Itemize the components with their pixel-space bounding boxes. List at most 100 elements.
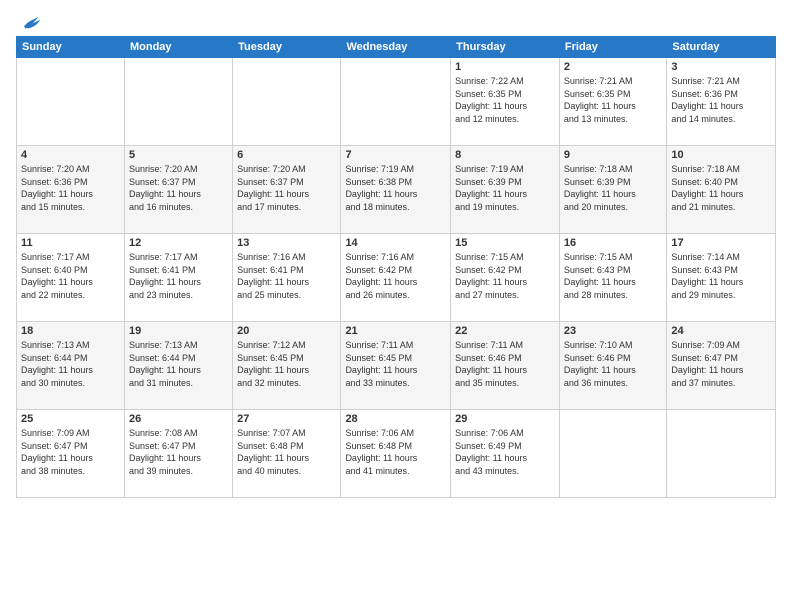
day-number: 1 xyxy=(455,61,555,73)
day-number: 11 xyxy=(21,237,120,249)
calendar-cell: 19 Sunrise: 7:13 AM Sunset: 6:44 PM Dayli… xyxy=(124,322,232,410)
day-number: 20 xyxy=(237,325,336,337)
calendar-cell: 3 Sunrise: 7:21 AM Sunset: 6:36 PM Daylig… xyxy=(667,58,776,146)
day-info: Sunrise: 7:19 AM Sunset: 6:38 PM Dayligh… xyxy=(345,163,446,213)
day-info: Sunrise: 7:17 AM Sunset: 6:40 PM Dayligh… xyxy=(21,251,120,301)
weekday-header-sunday: Sunday xyxy=(17,37,125,58)
day-number: 27 xyxy=(237,413,336,425)
calendar-cell: 13 Sunrise: 7:16 AM Sunset: 6:41 PM Dayli… xyxy=(233,234,341,322)
weekday-header-wednesday: Wednesday xyxy=(341,37,451,58)
calendar-table: SundayMondayTuesdayWednesdayThursdayFrid… xyxy=(16,36,776,498)
calendar-cell: 24 Sunrise: 7:09 AM Sunset: 6:47 PM Dayli… xyxy=(667,322,776,410)
day-info: Sunrise: 7:09 AM Sunset: 6:47 PM Dayligh… xyxy=(21,427,120,477)
logo-bird-icon xyxy=(18,12,40,34)
weekday-header-thursday: Thursday xyxy=(451,37,560,58)
day-info: Sunrise: 7:07 AM Sunset: 6:48 PM Dayligh… xyxy=(237,427,336,477)
day-info: Sunrise: 7:17 AM Sunset: 6:41 PM Dayligh… xyxy=(129,251,228,301)
day-number: 22 xyxy=(455,325,555,337)
calendar-cell: 23 Sunrise: 7:10 AM Sunset: 6:46 PM Dayli… xyxy=(559,322,666,410)
day-info: Sunrise: 7:14 AM Sunset: 6:43 PM Dayligh… xyxy=(671,251,771,301)
calendar-cell: 26 Sunrise: 7:08 AM Sunset: 6:47 PM Dayli… xyxy=(124,410,232,498)
calendar-cell: 6 Sunrise: 7:20 AM Sunset: 6:37 PM Daylig… xyxy=(233,146,341,234)
calendar-cell: 8 Sunrise: 7:19 AM Sunset: 6:39 PM Daylig… xyxy=(451,146,560,234)
day-info: Sunrise: 7:15 AM Sunset: 6:42 PM Dayligh… xyxy=(455,251,555,301)
day-number: 14 xyxy=(345,237,446,249)
calendar-cell: 14 Sunrise: 7:16 AM Sunset: 6:42 PM Dayli… xyxy=(341,234,451,322)
calendar-cell xyxy=(341,58,451,146)
day-number: 15 xyxy=(455,237,555,249)
calendar-cell: 10 Sunrise: 7:18 AM Sunset: 6:40 PM Dayli… xyxy=(667,146,776,234)
header xyxy=(16,12,776,30)
day-number: 18 xyxy=(21,325,120,337)
day-info: Sunrise: 7:13 AM Sunset: 6:44 PM Dayligh… xyxy=(21,339,120,389)
day-number: 19 xyxy=(129,325,228,337)
day-info: Sunrise: 7:22 AM Sunset: 6:35 PM Dayligh… xyxy=(455,75,555,125)
weekday-header-monday: Monday xyxy=(124,37,232,58)
calendar-cell xyxy=(559,410,666,498)
day-info: Sunrise: 7:18 AM Sunset: 6:39 PM Dayligh… xyxy=(564,163,662,213)
calendar-cell xyxy=(124,58,232,146)
day-info: Sunrise: 7:21 AM Sunset: 6:35 PM Dayligh… xyxy=(564,75,662,125)
day-number: 26 xyxy=(129,413,228,425)
day-info: Sunrise: 7:13 AM Sunset: 6:44 PM Dayligh… xyxy=(129,339,228,389)
calendar-cell: 22Sunrise: 7:11 AM Sunset: 6:46 PM Dayli… xyxy=(451,322,560,410)
day-number: 23 xyxy=(564,325,662,337)
calendar-cell: 15 Sunrise: 7:15 AM Sunset: 6:42 PM Dayli… xyxy=(451,234,560,322)
calendar-cell: 28 Sunrise: 7:06 AM Sunset: 6:48 PM Dayli… xyxy=(341,410,451,498)
day-info: Sunrise: 7:08 AM Sunset: 6:47 PM Dayligh… xyxy=(129,427,228,477)
calendar-cell: 21Sunrise: 7:11 AM Sunset: 6:45 PM Dayli… xyxy=(341,322,451,410)
page: SundayMondayTuesdayWednesdayThursdayFrid… xyxy=(0,0,792,612)
day-number: 28 xyxy=(345,413,446,425)
calendar-cell: 27 Sunrise: 7:07 AM Sunset: 6:48 PM Dayli… xyxy=(233,410,341,498)
day-number: 12 xyxy=(129,237,228,249)
day-info: Sunrise: 7:20 AM Sunset: 6:37 PM Dayligh… xyxy=(129,163,228,213)
day-info: Sunrise: 7:06 AM Sunset: 6:48 PM Dayligh… xyxy=(345,427,446,477)
day-info: Sunrise: 7:20 AM Sunset: 6:37 PM Dayligh… xyxy=(237,163,336,213)
day-info: Sunrise: 7:19 AM Sunset: 6:39 PM Dayligh… xyxy=(455,163,555,213)
weekday-header-saturday: Saturday xyxy=(667,37,776,58)
calendar-cell: 16Sunrise: 7:15 AM Sunset: 6:43 PM Dayli… xyxy=(559,234,666,322)
day-info: Sunrise: 7:16 AM Sunset: 6:42 PM Dayligh… xyxy=(345,251,446,301)
calendar-cell xyxy=(667,410,776,498)
logo xyxy=(16,12,40,30)
calendar-week-2: 4 Sunrise: 7:20 AM Sunset: 6:36 PM Daylig… xyxy=(17,146,776,234)
day-number: 13 xyxy=(237,237,336,249)
weekday-header-row: SundayMondayTuesdayWednesdayThursdayFrid… xyxy=(17,37,776,58)
calendar-cell: 5 Sunrise: 7:20 AM Sunset: 6:37 PM Daylig… xyxy=(124,146,232,234)
calendar-cell: 17 Sunrise: 7:14 AM Sunset: 6:43 PM Dayli… xyxy=(667,234,776,322)
day-number: 24 xyxy=(671,325,771,337)
day-info: Sunrise: 7:21 AM Sunset: 6:36 PM Dayligh… xyxy=(671,75,771,125)
day-number: 6 xyxy=(237,149,336,161)
day-number: 8 xyxy=(455,149,555,161)
calendar-cell: 4 Sunrise: 7:20 AM Sunset: 6:36 PM Daylig… xyxy=(17,146,125,234)
day-info: Sunrise: 7:16 AM Sunset: 6:41 PM Dayligh… xyxy=(237,251,336,301)
day-number: 9 xyxy=(564,149,662,161)
calendar-cell: 12 Sunrise: 7:17 AM Sunset: 6:41 PM Dayli… xyxy=(124,234,232,322)
day-info: Sunrise: 7:06 AM Sunset: 6:49 PM Dayligh… xyxy=(455,427,555,477)
weekday-header-friday: Friday xyxy=(559,37,666,58)
day-number: 25 xyxy=(21,413,120,425)
calendar-cell: 20 Sunrise: 7:12 AM Sunset: 6:45 PM Dayli… xyxy=(233,322,341,410)
day-info: Sunrise: 7:18 AM Sunset: 6:40 PM Dayligh… xyxy=(671,163,771,213)
day-number: 2 xyxy=(564,61,662,73)
day-number: 5 xyxy=(129,149,228,161)
day-number: 3 xyxy=(671,61,771,73)
calendar-week-5: 25 Sunrise: 7:09 AM Sunset: 6:47 PM Dayli… xyxy=(17,410,776,498)
calendar-cell xyxy=(233,58,341,146)
day-info: Sunrise: 7:10 AM Sunset: 6:46 PM Dayligh… xyxy=(564,339,662,389)
calendar-week-3: 11 Sunrise: 7:17 AM Sunset: 6:40 PM Dayli… xyxy=(17,234,776,322)
calendar-cell xyxy=(17,58,125,146)
day-info: Sunrise: 7:11 AM Sunset: 6:45 PM Dayligh… xyxy=(345,339,446,389)
day-number: 4 xyxy=(21,149,120,161)
day-number: 10 xyxy=(671,149,771,161)
calendar-week-1: 1 Sunrise: 7:22 AM Sunset: 6:35 PM Daylig… xyxy=(17,58,776,146)
day-number: 17 xyxy=(671,237,771,249)
day-info: Sunrise: 7:09 AM Sunset: 6:47 PM Dayligh… xyxy=(671,339,771,389)
day-number: 29 xyxy=(455,413,555,425)
day-info: Sunrise: 7:20 AM Sunset: 6:36 PM Dayligh… xyxy=(21,163,120,213)
calendar-cell: 7 Sunrise: 7:19 AM Sunset: 6:38 PM Daylig… xyxy=(341,146,451,234)
calendar-cell: 11 Sunrise: 7:17 AM Sunset: 6:40 PM Dayli… xyxy=(17,234,125,322)
day-info: Sunrise: 7:12 AM Sunset: 6:45 PM Dayligh… xyxy=(237,339,336,389)
calendar-cell: 25 Sunrise: 7:09 AM Sunset: 6:47 PM Dayli… xyxy=(17,410,125,498)
day-number: 7 xyxy=(345,149,446,161)
